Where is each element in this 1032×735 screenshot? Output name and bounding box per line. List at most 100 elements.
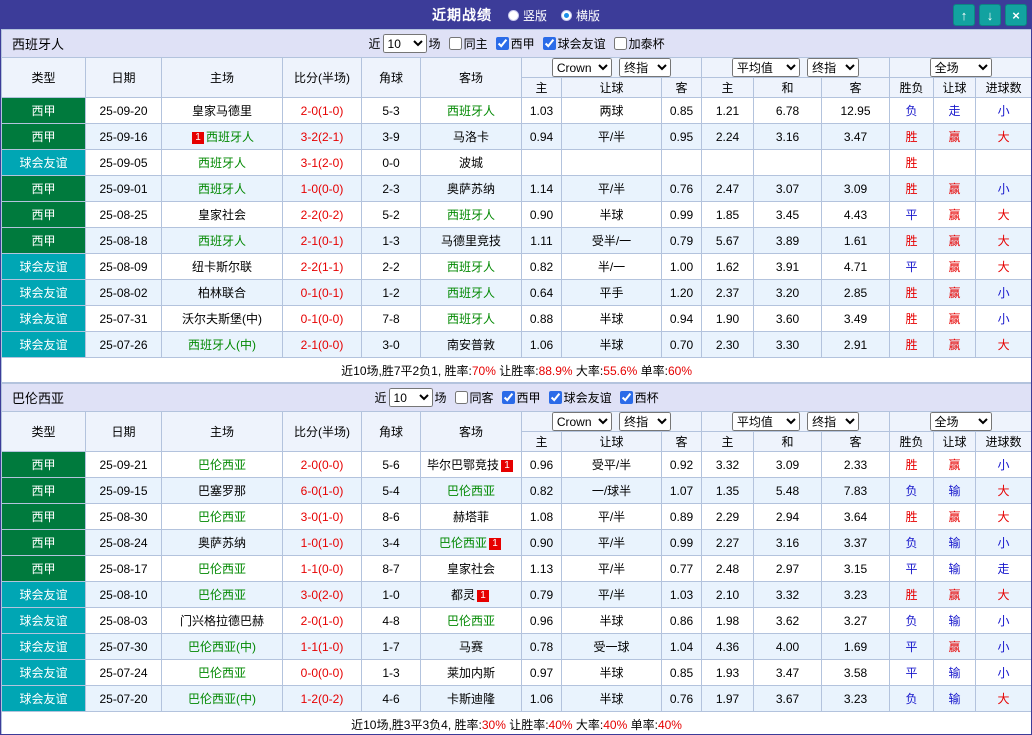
match-score: 1-2(0-2) [283, 686, 362, 712]
avg-draw-odds: 3.47 [754, 660, 822, 686]
book-away-odds: 1.03 [662, 582, 702, 608]
book-away-odds: 1.07 [662, 478, 702, 504]
book-home-odds: 1.06 [522, 332, 562, 358]
book-home-odds: 1.03 [522, 98, 562, 124]
team-label: 巴伦西亚 [439, 536, 487, 550]
handicap-line: 平/半 [562, 124, 662, 150]
col-header-type: 类型 [2, 58, 86, 98]
filter-checkbox[interactable]: 西甲 [492, 35, 535, 52]
avg-draw-odds: 3.67 [754, 686, 822, 712]
match-score: 6-0(1-0) [283, 478, 362, 504]
col-header-type: 类型 [2, 412, 86, 452]
result-handicap: 赢 [934, 280, 976, 306]
match-date: 25-08-09 [86, 254, 162, 280]
section-header: 西班牙人 近 10 场 同主西甲球会友谊加泰杯 [2, 30, 1032, 58]
odds-source-row: 类型 日期 主场 比分(半场) 角球 客场 Crown 终指 平均值 终指 全场 [2, 58, 1032, 78]
avg-home-odds: 3.32 [702, 452, 754, 478]
away-team: 马德里竞技 [421, 228, 522, 254]
team-label: 西班牙人 [447, 286, 495, 300]
move-down-button[interactable]: ↓ [979, 4, 1001, 26]
filter-checkbox[interactable]: 西甲 [498, 389, 541, 406]
team-label: 西班牙人(中) [188, 338, 256, 352]
avg-away-odds: 3.09 [822, 176, 890, 202]
filter-checkbox-input[interactable] [549, 391, 562, 404]
filter-checkbox-input[interactable] [449, 37, 462, 50]
home-team: 门兴格拉德巴赫 [162, 608, 283, 634]
home-team: 皇家社会 [162, 202, 283, 228]
match-date: 25-09-15 [86, 478, 162, 504]
scope-select[interactable]: 全场 [930, 58, 992, 77]
corner-score: 8-6 [362, 504, 421, 530]
book-home-odds: 0.82 [522, 254, 562, 280]
filter-checkbox[interactable]: 加泰杯 [610, 35, 665, 52]
team-label: 马洛卡 [453, 130, 489, 144]
home-team: 巴塞罗那 [162, 478, 283, 504]
filter-checkbox[interactable]: 球会友谊 [545, 389, 612, 406]
home-team: 西班牙人 [162, 176, 283, 202]
average-odds-select[interactable]: 平均值 [732, 58, 800, 77]
col-header-score: 比分(半场) [283, 58, 362, 98]
summary-segment: 88.9% [539, 364, 573, 378]
book-away-odds: 1.00 [662, 254, 702, 280]
bookmaker-select[interactable]: Crown [552, 58, 612, 77]
avg-away-odds: 3.23 [822, 686, 890, 712]
result-goals: 走 [976, 556, 1032, 582]
layout-mode-label: 竖版 [523, 7, 547, 24]
match-score: 3-0(1-0) [283, 504, 362, 530]
filter-checkbox[interactable]: 同客 [451, 389, 494, 406]
move-up-button[interactable]: ↑ [953, 4, 975, 26]
filter-checkbox[interactable]: 西杯 [616, 389, 659, 406]
panel-title: 近期战绩 [432, 5, 492, 25]
team-label: 西班牙人 [447, 208, 495, 222]
filter-checkbox[interactable]: 球会友谊 [539, 35, 606, 52]
result-goals: 大 [976, 202, 1032, 228]
average-odds-select[interactable]: 平均值 [732, 412, 800, 431]
filter-checkbox[interactable]: 同主 [445, 35, 488, 52]
match-row: 球会友谊25-07-26西班牙人(中)2-1(0-0)3-0南安普敦1.06半球… [2, 332, 1032, 358]
match-row: 西甲25-08-30巴伦西亚3-0(1-0)8-6赫塔菲1.08平/半0.892… [2, 504, 1032, 530]
filter-checkbox-input[interactable] [620, 391, 633, 404]
competition-type: 球会友谊 [2, 660, 86, 686]
home-team: 巴伦西亚 [162, 660, 283, 686]
competition-type: 西甲 [2, 504, 86, 530]
average-stage-select[interactable]: 终指 [807, 412, 859, 431]
scope-group: 全场 [890, 412, 1032, 432]
layout-mode-option[interactable]: 横版 [561, 7, 600, 24]
filter-checkbox-input[interactable] [614, 37, 627, 50]
filter-checkbox-input[interactable] [496, 37, 509, 50]
col-header-corner: 角球 [362, 58, 421, 98]
filter-checkbox-input[interactable] [502, 391, 515, 404]
handicap-line: 平/半 [562, 176, 662, 202]
avg-home-odds: 2.27 [702, 530, 754, 556]
match-count-select[interactable]: 10 [383, 34, 427, 53]
filter-checkbox-input[interactable] [455, 391, 468, 404]
match-date: 25-07-24 [86, 660, 162, 686]
avg-away-odds: 3.64 [822, 504, 890, 530]
average-odds-group: 平均值 终指 [702, 58, 890, 78]
scope-select[interactable]: 全场 [930, 412, 992, 431]
average-stage-select[interactable]: 终指 [807, 58, 859, 77]
layout-mode-option[interactable]: 竖版 [508, 7, 547, 24]
result-outcome: 胜 [890, 150, 934, 176]
odds-stage-select[interactable]: 终指 [619, 412, 671, 431]
match-date: 25-09-05 [86, 150, 162, 176]
odds-stage-select[interactable]: 终指 [619, 58, 671, 77]
result-outcome: 胜 [890, 582, 934, 608]
close-button[interactable]: × [1005, 4, 1027, 26]
team-label: 巴伦西亚 [447, 614, 495, 628]
match-row: 球会友谊25-07-30巴伦西亚(中)1-1(1-0)1-7马赛0.78受一球1… [2, 634, 1032, 660]
result-handicap: 赢 [934, 124, 976, 150]
filter-checkbox-label: 加泰杯 [629, 35, 665, 52]
match-count-select[interactable]: 10 [389, 388, 433, 407]
away-team: 莱加内斯 [421, 660, 522, 686]
handicap-line: 平手 [562, 280, 662, 306]
result-handicap: 输 [934, 686, 976, 712]
corner-score: 1-2 [362, 280, 421, 306]
bookmaker-select[interactable]: Crown [552, 412, 612, 431]
away-team: 奥萨苏纳 [421, 176, 522, 202]
summary-segment: 55.6% [603, 364, 637, 378]
corner-score: 7-8 [362, 306, 421, 332]
filter-checkbox-input[interactable] [543, 37, 556, 50]
matches-label: 场 [429, 35, 441, 52]
col-header-result: 胜负 [890, 78, 934, 98]
